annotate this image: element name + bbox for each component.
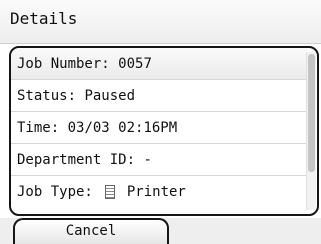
details-scrollbar-thumb[interactable] (308, 54, 315, 172)
job-type-value: Printer (126, 184, 186, 200)
department-id-label: Department ID: (17, 151, 136, 168)
job-number-value: 0057 (118, 55, 152, 72)
time-value: 03/03 02:16PM (67, 119, 178, 136)
status-value: Paused (84, 87, 136, 104)
details-scrollbar[interactable] (306, 52, 316, 210)
title-bar: Details (0, 0, 321, 44)
department-id-value: - (143, 151, 152, 168)
detail-row-time: Time: 03/03 02:16PM (11, 112, 307, 144)
detail-row-status: Status: Paused (11, 80, 307, 112)
job-details-list[interactable]: Job Number: 0057 Status: Paused Time: 03… (9, 46, 319, 216)
job-type-label: Job Type: (17, 184, 93, 200)
time-label: Time: (17, 119, 60, 136)
printer-job-icon (103, 184, 117, 200)
detail-row-department-id: Department ID: - (11, 144, 307, 176)
cancel-button[interactable]: Cancel (13, 218, 169, 244)
job-number-label: Job Number: (17, 55, 110, 72)
details-screen: Details Job Number: 0057 Status: Paused … (0, 0, 321, 244)
detail-row-job-type: Job Type: Printer (11, 176, 307, 208)
detail-row-job-number: Job Number: 0057 (11, 48, 307, 80)
status-label: Status: (17, 87, 77, 104)
page-title: Details (10, 9, 78, 28)
